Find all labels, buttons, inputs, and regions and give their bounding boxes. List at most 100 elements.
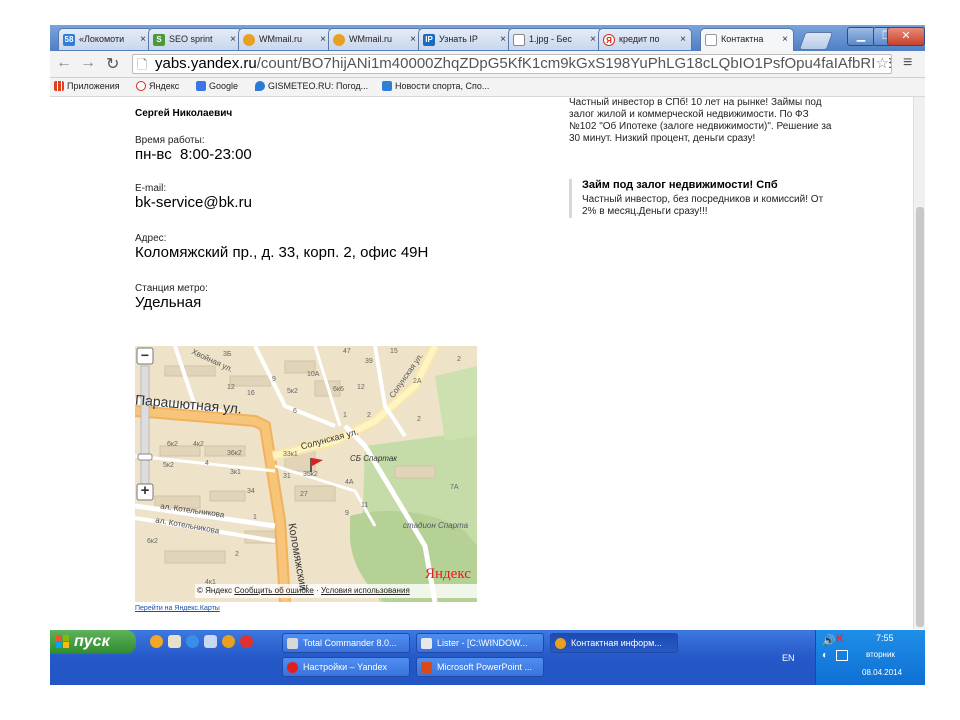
browser-icon[interactable] bbox=[222, 635, 235, 648]
tab-wmmail-1[interactable]: WMmail.ru × bbox=[238, 28, 332, 50]
contact-name: Сергей Николаевич bbox=[135, 108, 233, 119]
url-path: /count/BO7hijANi1m40000ZhqZDpG5KfK1cm9kG… bbox=[256, 55, 892, 72]
house-number: 1 bbox=[343, 412, 347, 419]
house-number: 31 bbox=[283, 473, 291, 480]
antivirus-icon[interactable]: K bbox=[836, 633, 844, 645]
tab-icon-58: 58 bbox=[63, 34, 75, 46]
close-icon[interactable]: × bbox=[680, 29, 686, 50]
bookmark-sport[interactable]: Новости спорта, Спо... bbox=[382, 81, 489, 91]
ad-block-2[interactable]: Займ под залог недвижимости! Спб Частный… bbox=[569, 179, 837, 218]
page-icon: 🗋 bbox=[137, 57, 148, 72]
bookmark-label: Яндекс bbox=[149, 81, 180, 91]
close-icon[interactable]: × bbox=[140, 29, 146, 50]
task-contact-info[interactable]: Контактная информ... bbox=[550, 633, 678, 653]
task-lister[interactable]: Lister - [C:\WINDOW... bbox=[416, 633, 544, 653]
open-yandex-maps-link[interactable]: Перейти на Яндекс.Карты bbox=[135, 605, 220, 612]
map-footer: © Яндекс Сообщить об ошибке · Условия ис… bbox=[197, 586, 410, 595]
bookmark-gismeteo[interactable]: GISMETEO.RU: Погод... bbox=[255, 81, 368, 91]
clock-date: 08.04.2014 bbox=[862, 668, 903, 677]
network-icon[interactable]: ◐ bbox=[822, 650, 828, 661]
yandex-browser-icon[interactable] bbox=[240, 635, 253, 648]
tab-seo-sprint[interactable]: S SEO sprint × bbox=[148, 28, 242, 50]
house-number: 10А bbox=[307, 371, 320, 378]
powerpoint-icon bbox=[421, 662, 432, 673]
url-input[interactable]: 🗋 yabs.yandex.ru/count/BO7hijANi1m40000Z… bbox=[132, 54, 892, 74]
task-yandex-settings[interactable]: Настройки – Yandex bbox=[282, 657, 410, 677]
reload-icon[interactable]: ↻ bbox=[106, 54, 119, 74]
bookmark-apps[interactable]: Приложения bbox=[54, 81, 120, 91]
minimize-button[interactable]: ▁ bbox=[847, 27, 875, 46]
close-icon[interactable]: × bbox=[782, 29, 788, 50]
volume-icon[interactable]: 🔊 bbox=[822, 634, 836, 647]
url-host: yabs.yandex.ru bbox=[155, 55, 257, 72]
page-icon bbox=[705, 34, 717, 46]
email-value[interactable]: bk-service@bk.ru bbox=[135, 194, 252, 211]
clock-time[interactable]: 7:55 bbox=[876, 633, 894, 643]
start-button[interactable]: пуск bbox=[50, 630, 136, 654]
report-error-link[interactable]: Сообщить об ошибке bbox=[234, 586, 314, 595]
house-number: 6к6 bbox=[333, 386, 344, 393]
house-number: 27 bbox=[300, 491, 308, 498]
forward-arrow-icon[interactable]: → bbox=[80, 54, 96, 72]
terms-link[interactable]: Условия использования bbox=[321, 586, 410, 595]
scrollbar-thumb[interactable] bbox=[916, 207, 924, 627]
task-total-commander[interactable]: Total Commander 8.0... bbox=[282, 633, 410, 653]
house-number: 5к2 bbox=[287, 388, 298, 395]
address-block: Адрес: Коломяжский пр., д. 33, корп. 2, … bbox=[135, 233, 428, 261]
system-tray: 🔊 K ◐ 7:55 вторник 08.04.2014 bbox=[815, 630, 925, 685]
tab-lokomotiv[interactable]: 58 «Локомоти × bbox=[58, 28, 152, 50]
tab-image[interactable]: 1.jpg - Бес × bbox=[508, 28, 602, 50]
tab-bar: 58 «Локомоти × S SEO sprint × WMmail.ru … bbox=[50, 25, 925, 51]
new-tab-button[interactable] bbox=[798, 32, 834, 50]
house-number: 12 bbox=[227, 384, 235, 391]
metro-block: Станция метро: Удельная bbox=[135, 283, 208, 311]
house-number: 3к1 bbox=[230, 469, 241, 476]
quicklaunch-icon[interactable] bbox=[168, 635, 181, 648]
ie-icon[interactable] bbox=[186, 635, 199, 648]
bookmark-yandex[interactable]: Яндекс bbox=[136, 81, 179, 91]
yandex-logo: Яндекс bbox=[425, 566, 471, 582]
start-label: пуск bbox=[74, 633, 110, 650]
tab-ip[interactable]: IP Узнать IP × bbox=[418, 28, 512, 50]
tab-wmmail-2[interactable]: WMmail.ru × bbox=[328, 28, 422, 50]
yandex-map[interactable]: − + Парашютная ул. Солунская ул. Солунск… bbox=[135, 346, 477, 602]
separator: · bbox=[316, 586, 319, 595]
close-icon[interactable]: × bbox=[320, 29, 326, 50]
task-powerpoint[interactable]: Microsoft PowerPoint ... bbox=[416, 657, 544, 677]
language-indicator[interactable]: EN bbox=[782, 653, 795, 663]
house-number: 9 bbox=[345, 510, 349, 517]
tab-credit[interactable]: Я кредит по × bbox=[598, 28, 692, 50]
back-arrow-icon[interactable]: ← bbox=[56, 54, 72, 72]
screen: 58 «Локомоти × S SEO sprint × WMmail.ru … bbox=[50, 25, 925, 685]
bookmark-star-icon[interactable]: ☆ bbox=[873, 55, 889, 73]
house-number: 6к2 bbox=[167, 441, 178, 448]
bookmark-google[interactable]: Google bbox=[196, 81, 238, 91]
tab-label: Контактна bbox=[721, 34, 764, 44]
menu-icon[interactable]: ≡ bbox=[903, 54, 912, 72]
house-number: 33к1 bbox=[283, 451, 298, 458]
house-number: 2А bbox=[413, 378, 422, 385]
address-label: Адрес: bbox=[135, 233, 167, 244]
house-number: 2 bbox=[417, 416, 421, 423]
close-icon[interactable]: × bbox=[410, 29, 416, 50]
page-scrollbar[interactable] bbox=[913, 97, 925, 629]
ad-title-2[interactable]: Займ под залог недвижимости! Спб bbox=[582, 179, 837, 191]
desktop-icon[interactable] bbox=[204, 635, 217, 648]
house-number: 1 bbox=[253, 514, 257, 521]
quicklaunch-icon[interactable] bbox=[150, 635, 163, 648]
close-icon[interactable]: × bbox=[590, 29, 596, 50]
close-icon[interactable]: × bbox=[230, 29, 236, 50]
tab-contact-active[interactable]: Контактна × bbox=[700, 28, 794, 51]
house-number: 3Б bbox=[223, 351, 232, 358]
page-content: Сергей Николаевич Время работы: пн-вс 8:… bbox=[50, 97, 913, 629]
house-number: 4к1 bbox=[205, 579, 216, 586]
address-bar: ← → ↻ 🗋 yabs.yandex.ru/count/BO7hijANi1m… bbox=[50, 51, 925, 78]
close-window-button[interactable]: ✕ bbox=[887, 27, 925, 46]
tab-label: SEO sprint bbox=[169, 34, 213, 44]
email-block: E-mail: bk-service@bk.ru bbox=[135, 183, 252, 211]
tab-label: кредит по bbox=[619, 34, 660, 44]
ad-text-1[interactable]: Частный инвестор в СПб! 10 лет на рынке!… bbox=[569, 97, 834, 145]
close-icon[interactable]: × bbox=[500, 29, 506, 50]
clock-day: вторник bbox=[866, 650, 895, 659]
monitor-icon[interactable] bbox=[836, 650, 848, 661]
